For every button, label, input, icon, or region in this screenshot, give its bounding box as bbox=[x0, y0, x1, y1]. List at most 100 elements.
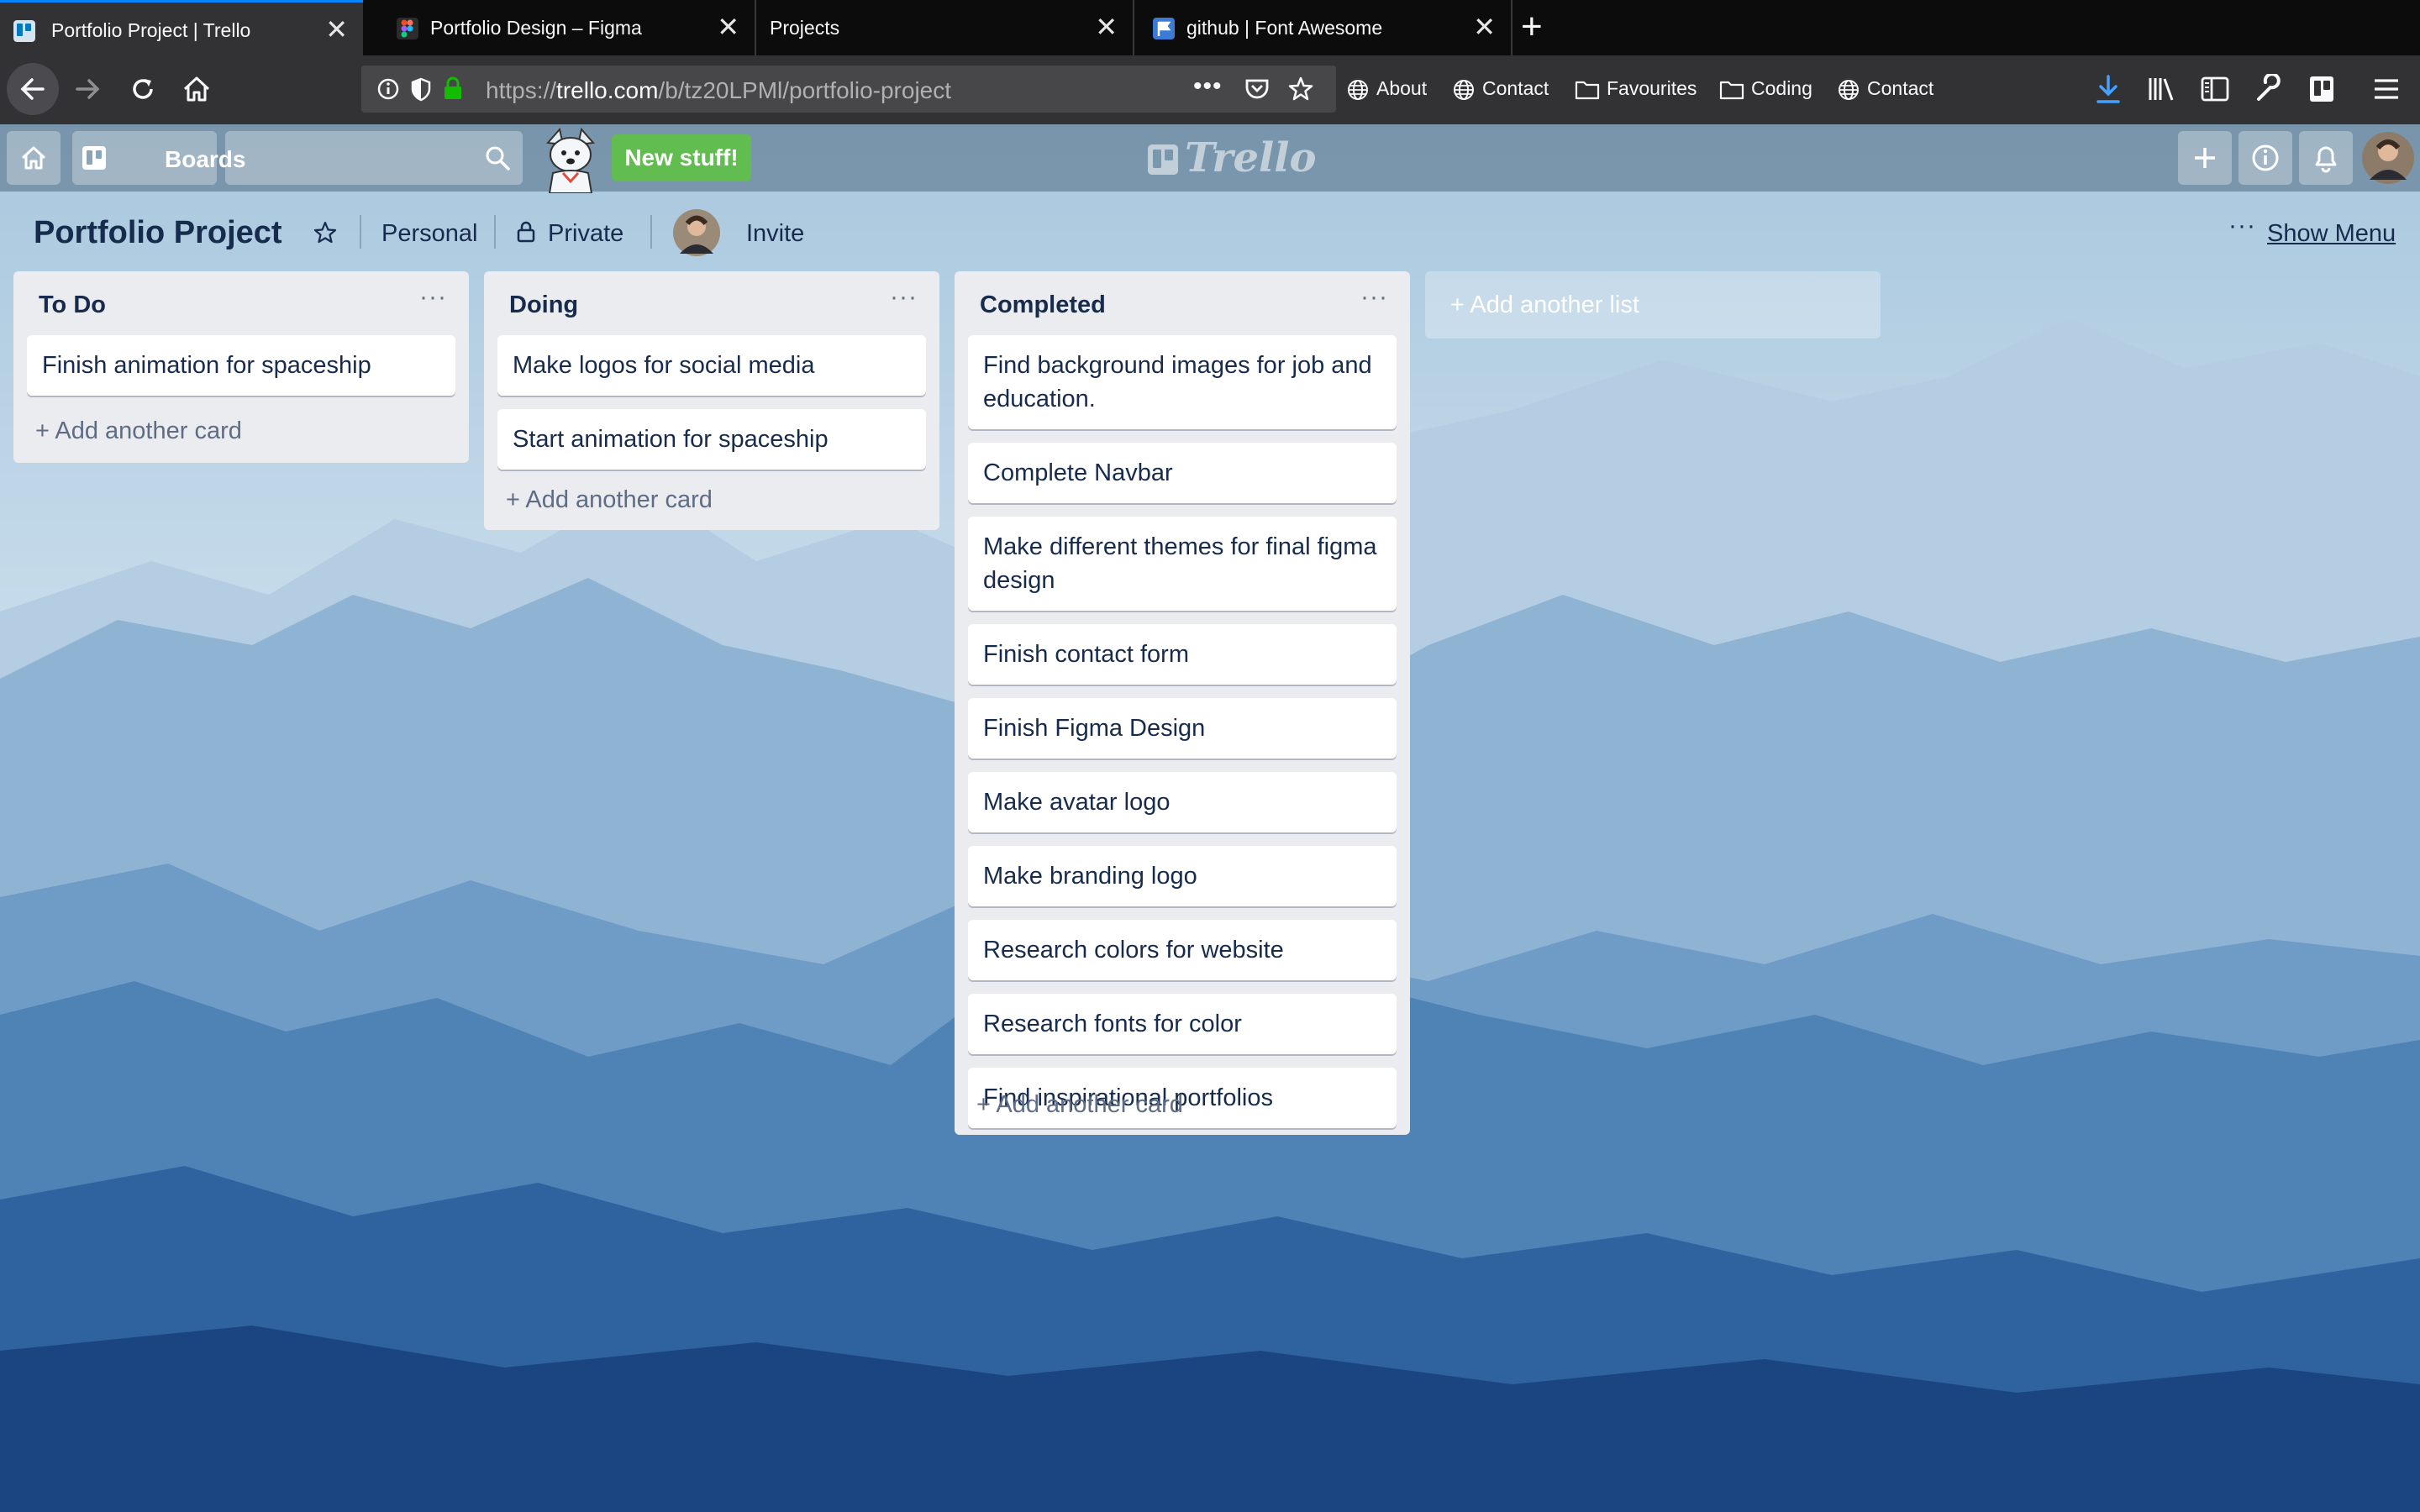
invite-button[interactable]: Invite bbox=[746, 220, 804, 248]
figma-icon bbox=[397, 18, 418, 39]
list-menu-icon[interactable]: ··· bbox=[419, 283, 447, 312]
info-icon[interactable] bbox=[376, 77, 400, 101]
boards-icon bbox=[82, 146, 106, 170]
bookmark-star-icon[interactable] bbox=[1287, 76, 1314, 102]
folder-icon bbox=[1575, 81, 1600, 100]
add-card-button[interactable]: + Add another card bbox=[976, 1091, 1183, 1119]
close-tab-icon[interactable]: ✕ bbox=[325, 14, 348, 45]
new-tab-icon[interactable]: + bbox=[1521, 7, 1543, 47]
card[interactable]: Make logos for social media bbox=[497, 335, 926, 396]
bookmark-about[interactable]: About bbox=[1346, 77, 1427, 102]
card[interactable]: Make branding logo bbox=[968, 846, 1397, 906]
hamburger-menu-icon[interactable] bbox=[2371, 76, 2402, 102]
tracking-shield-icon[interactable] bbox=[410, 76, 432, 102]
tab-portfolio-design-figma[interactable]: Portfolio Design – Figma ✕ bbox=[378, 0, 756, 55]
wrench-icon[interactable] bbox=[2254, 74, 2284, 104]
font-awesome-icon bbox=[1153, 18, 1175, 39]
list-title[interactable]: Doing bbox=[509, 291, 578, 319]
bookmark-label: Contact bbox=[1482, 77, 1549, 99]
forward-arrow-icon[interactable] bbox=[71, 72, 104, 106]
list-menu-icon[interactable]: ··· bbox=[890, 283, 918, 312]
boards-button[interactable]: Boards bbox=[72, 131, 245, 185]
divider bbox=[650, 215, 652, 249]
back-button[interactable] bbox=[7, 63, 59, 115]
downloads-icon[interactable] bbox=[2094, 74, 2123, 106]
more-icon[interactable]: ··· bbox=[2228, 212, 2256, 240]
tab-portfolio-project-trello[interactable]: Portfolio Project | Trello ✕ bbox=[0, 0, 363, 55]
new-stuff-button[interactable]: New stuff! bbox=[612, 134, 751, 181]
card-list: Find background images for job and educa… bbox=[968, 335, 1397, 1142]
card[interactable]: Start animation for spaceship bbox=[497, 409, 926, 470]
globe-icon bbox=[1454, 79, 1474, 100]
url-host: trello.com bbox=[556, 77, 659, 103]
trello-icon bbox=[13, 20, 35, 42]
card[interactable]: Make avatar logo bbox=[968, 772, 1397, 832]
tab-label: github | Font Awesome bbox=[1186, 17, 1383, 39]
list-doing: Doing ··· Make logos for social media St… bbox=[484, 271, 939, 530]
lock-icon bbox=[517, 221, 535, 243]
url-bar[interactable]: https://trello.com/b/tz20LPMl/portfolio-… bbox=[361, 66, 1336, 113]
close-tab-icon[interactable]: ✕ bbox=[1095, 12, 1118, 42]
url-text[interactable]: https://trello.com/b/tz20LPMl/portfolio-… bbox=[486, 77, 951, 104]
search-icon bbox=[486, 146, 510, 171]
add-list-button[interactable]: + Add another list bbox=[1425, 271, 1881, 339]
close-tab-icon[interactable]: ✕ bbox=[1473, 12, 1496, 42]
bookmark-folder-favourites[interactable]: Favourites bbox=[1575, 77, 1697, 101]
page-actions-icon[interactable]: ••• bbox=[1193, 72, 1223, 101]
add-card-button[interactable]: + Add another card bbox=[506, 486, 713, 514]
list-title[interactable]: To Do bbox=[39, 291, 106, 319]
sidebar-icon[interactable] bbox=[2200, 76, 2230, 102]
home-icon[interactable] bbox=[180, 72, 213, 106]
add-card-button[interactable]: + Add another card bbox=[35, 417, 242, 445]
globe-icon bbox=[1839, 79, 1859, 100]
library-icon[interactable] bbox=[2146, 74, 2176, 104]
tab-label: Projects bbox=[770, 17, 840, 39]
list-completed: Completed ··· Find background images for… bbox=[955, 271, 1410, 1135]
notifications-button[interactable] bbox=[2299, 131, 2353, 185]
add-list-label: + Add another list bbox=[1450, 291, 1639, 318]
pocket-icon[interactable] bbox=[1244, 76, 1270, 102]
card[interactable]: Finish Figma Design bbox=[968, 698, 1397, 759]
show-menu-button[interactable]: Show Menu bbox=[2267, 220, 2396, 248]
list-to-do: To Do ··· Finish animation for spaceship… bbox=[13, 271, 469, 463]
information-button[interactable] bbox=[2238, 131, 2292, 185]
bell-icon bbox=[2315, 146, 2337, 173]
list-title[interactable]: Completed bbox=[980, 291, 1106, 319]
lock-icon[interactable] bbox=[442, 76, 464, 101]
tab-label: Portfolio Design – Figma bbox=[430, 17, 642, 39]
member-avatar[interactable] bbox=[672, 208, 721, 257]
card[interactable]: Research fonts for color bbox=[968, 994, 1397, 1054]
info-icon bbox=[2252, 144, 2279, 171]
card[interactable]: Complete Navbar bbox=[968, 443, 1397, 503]
bookmark-contact[interactable]: Contact bbox=[1452, 77, 1549, 102]
card[interactable]: Make different themes for final figma de… bbox=[968, 517, 1397, 611]
trello-header: Boards New stuff! Trello bbox=[0, 124, 2420, 193]
home-button[interactable] bbox=[7, 131, 60, 185]
reload-icon[interactable] bbox=[126, 72, 160, 106]
tab-github-font-awesome[interactable]: github | Font Awesome ✕ bbox=[1134, 0, 1512, 55]
bookmark-label: Coding bbox=[1751, 77, 1812, 99]
card[interactable]: Finish contact form bbox=[968, 624, 1397, 685]
tab-projects[interactable]: Projects ✕ bbox=[756, 0, 1134, 55]
board-search-input[interactable] bbox=[225, 131, 523, 185]
team-button[interactable]: Personal bbox=[381, 220, 477, 248]
card[interactable]: Finish animation for spaceship bbox=[27, 335, 455, 396]
card[interactable]: Research colors for website bbox=[968, 920, 1397, 980]
folder-icon bbox=[1719, 81, 1744, 100]
visibility-button[interactable]: Private bbox=[516, 220, 623, 248]
card[interactable]: Find background images for job and educa… bbox=[968, 335, 1397, 429]
trello-logo[interactable]: Trello bbox=[1146, 134, 1317, 181]
trello-extension-icon[interactable] bbox=[2307, 74, 2336, 104]
close-tab-icon[interactable]: ✕ bbox=[717, 12, 739, 42]
star-icon[interactable] bbox=[313, 220, 338, 245]
trello-logo-icon bbox=[1148, 144, 1178, 175]
bookmark-folder-coding[interactable]: Coding bbox=[1719, 77, 1812, 101]
bookmark-label: Favourites bbox=[1607, 77, 1697, 99]
divider bbox=[494, 215, 496, 249]
board-title[interactable]: Portfolio Project bbox=[34, 215, 282, 251]
list-menu-icon[interactable]: ··· bbox=[1360, 283, 1388, 312]
divider bbox=[360, 215, 361, 249]
avatar[interactable] bbox=[2361, 131, 2415, 185]
bookmark-contact-2[interactable]: Contact bbox=[1837, 77, 1933, 102]
create-button[interactable] bbox=[2178, 131, 2232, 185]
